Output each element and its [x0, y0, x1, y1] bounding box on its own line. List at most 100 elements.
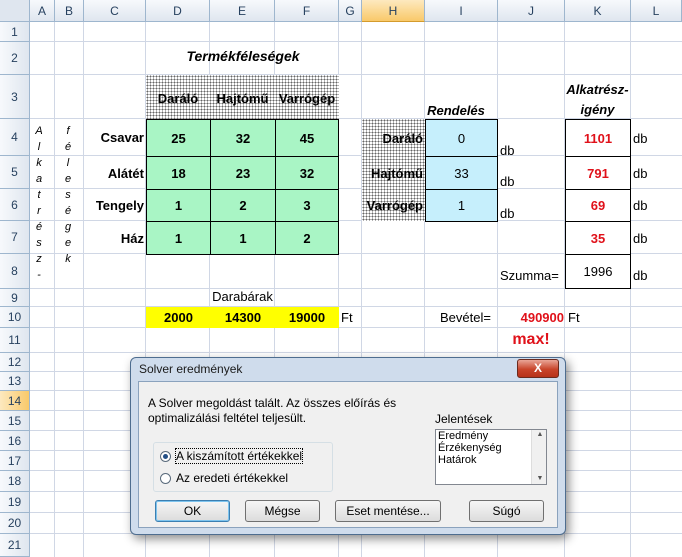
matrix-cell[interactable]: 32	[275, 156, 339, 190]
row-header-14[interactable]: 14	[0, 391, 30, 411]
price-cell[interactable]: 14300	[210, 307, 276, 328]
matrix-cell[interactable]: 18	[146, 156, 211, 190]
vertical-letter: A	[35, 125, 43, 137]
column-header-g[interactable]: G	[339, 0, 362, 22]
close-button[interactable]: X	[517, 359, 559, 378]
vertical-letter: e	[64, 237, 72, 249]
matrix-cell[interactable]: 2	[210, 189, 276, 222]
row-header-5[interactable]: 5	[0, 156, 30, 189]
sum-value-cell[interactable]: 1996	[565, 254, 631, 289]
matrix-cell[interactable]: 2	[275, 221, 339, 255]
radio-unselected-icon[interactable]	[160, 472, 171, 484]
unit-ft: Ft	[568, 310, 580, 325]
vertical-letter: l	[37, 141, 41, 153]
column-header-a[interactable]: A	[30, 0, 55, 22]
row-header-7[interactable]: 7	[0, 221, 30, 254]
radio-restore-original[interactable]: Az eredeti értékekkel	[160, 471, 288, 485]
gridline-horizontal	[30, 306, 682, 307]
row-header-13[interactable]: 13	[0, 372, 30, 391]
vertical-letter: g	[64, 221, 72, 233]
radio-selected-icon[interactable]	[160, 450, 171, 462]
help-button[interactable]: Súgó	[469, 500, 544, 522]
reports-scrollbar[interactable]: ▲ ▼	[531, 430, 546, 484]
need-value-cell[interactable]: 69	[565, 189, 631, 222]
select-all-corner[interactable]	[0, 0, 30, 22]
row-header-12[interactable]: 12	[0, 353, 30, 372]
column-header-b[interactable]: B	[55, 0, 84, 22]
row-header-16[interactable]: 16	[0, 431, 30, 451]
matrix-cell[interactable]: 1	[146, 221, 211, 255]
scroll-up-icon[interactable]: ▲	[534, 430, 546, 440]
report-item[interactable]: Határok	[436, 454, 546, 466]
vertical-letter: r	[37, 205, 41, 217]
gridline-horizontal	[30, 41, 682, 42]
report-item[interactable]: Eredmény	[436, 430, 546, 442]
row-header-20[interactable]: 20	[0, 513, 30, 534]
dialog-body: A Solver megoldást talált. Az összes elő…	[138, 381, 558, 528]
column-header-i[interactable]: I	[425, 0, 498, 22]
sheet-title: Termékféleségek	[186, 48, 300, 64]
vertical-letter: s	[36, 237, 42, 249]
price-cell[interactable]: 2000	[146, 307, 211, 328]
column-header-h[interactable]: H	[362, 0, 425, 22]
order-value-cell[interactable]: 0	[425, 119, 498, 157]
vertical-label-alkatresz: Alkatrész -	[33, 123, 45, 283]
revenue-label: Bevétel=	[440, 310, 491, 325]
need-value-cell[interactable]: 1101	[565, 119, 631, 157]
matrix-cell[interactable]: 3	[275, 189, 339, 222]
solution-radio-group: A kiszámított értékekkel Az eredeti érté…	[153, 442, 333, 492]
row-header-2[interactable]: 2	[0, 42, 30, 75]
row-header-11[interactable]: 11	[0, 328, 30, 353]
row-header-21[interactable]: 21	[0, 534, 30, 557]
matrix-cell[interactable]: 1	[146, 189, 211, 222]
row-header-6[interactable]: 6	[0, 189, 30, 221]
report-item[interactable]: Érzékenység	[436, 442, 546, 454]
row-header-8[interactable]: 8	[0, 254, 30, 289]
scroll-down-icon[interactable]: ▼	[534, 474, 546, 484]
column-header-c[interactable]: C	[84, 0, 146, 22]
matrix-cell[interactable]: 25	[146, 119, 211, 157]
matrix-cell[interactable]: 1	[210, 221, 276, 255]
column-header-d[interactable]: D	[146, 0, 210, 22]
matrix-cell[interactable]: 32	[210, 119, 276, 157]
unit-ft: Ft	[341, 310, 353, 325]
row-label-alatet: Alátét	[107, 166, 144, 181]
radio-keep-label[interactable]: A kiszámított értékekkel	[174, 448, 304, 464]
row-header-15[interactable]: 15	[0, 411, 30, 431]
row-header-3[interactable]: 3	[0, 75, 30, 119]
vertical-letter: k	[65, 253, 71, 265]
cancel-button[interactable]: Mégse	[245, 500, 320, 522]
gridline-vertical	[83, 22, 84, 557]
ok-button[interactable]: OK	[155, 500, 230, 522]
vertical-letter: -	[37, 269, 41, 281]
need-value-cell[interactable]: 791	[565, 156, 631, 190]
row-header-17[interactable]: 17	[0, 451, 30, 471]
column-header-k[interactable]: K	[565, 0, 631, 22]
order-value-cell[interactable]: 1	[425, 189, 498, 222]
column-header-e[interactable]: E	[210, 0, 275, 22]
radio-keep-solution[interactable]: A kiszámított értékekkel	[160, 448, 304, 464]
row-header-18[interactable]: 18	[0, 471, 30, 492]
unit-db: db	[500, 143, 515, 158]
order-value-cell[interactable]: 33	[425, 156, 498, 190]
need-value-cell[interactable]: 35	[565, 221, 631, 255]
row-header-1[interactable]: 1	[0, 22, 30, 42]
column-header-l[interactable]: L	[631, 0, 682, 22]
revenue-value[interactable]: 490900	[498, 310, 564, 325]
row-header-4[interactable]: 4	[0, 119, 30, 156]
matrix-cell[interactable]: 45	[275, 119, 339, 157]
row-header-19[interactable]: 19	[0, 492, 30, 513]
price-cell[interactable]: 19000	[275, 307, 339, 328]
order-label-varrogep: Varrógép	[366, 198, 423, 213]
save-scenario-button[interactable]: Eset mentése...	[335, 500, 441, 522]
reports-list[interactable]: Eredmény Érzékenység Határok ▲ ▼	[435, 429, 547, 485]
dialog-title: Solver eredmények	[139, 362, 243, 376]
matrix-cell[interactable]: 23	[210, 156, 276, 190]
radio-restore-label[interactable]: Az eredeti értékekkel	[176, 471, 288, 485]
vertical-letter: é	[64, 141, 72, 153]
column-header-f[interactable]: F	[275, 0, 339, 22]
row-header-10[interactable]: 10	[0, 307, 30, 328]
row-header-9[interactable]: 9	[0, 289, 30, 307]
vertical-letter: e	[64, 173, 72, 185]
column-header-j[interactable]: J	[498, 0, 565, 22]
